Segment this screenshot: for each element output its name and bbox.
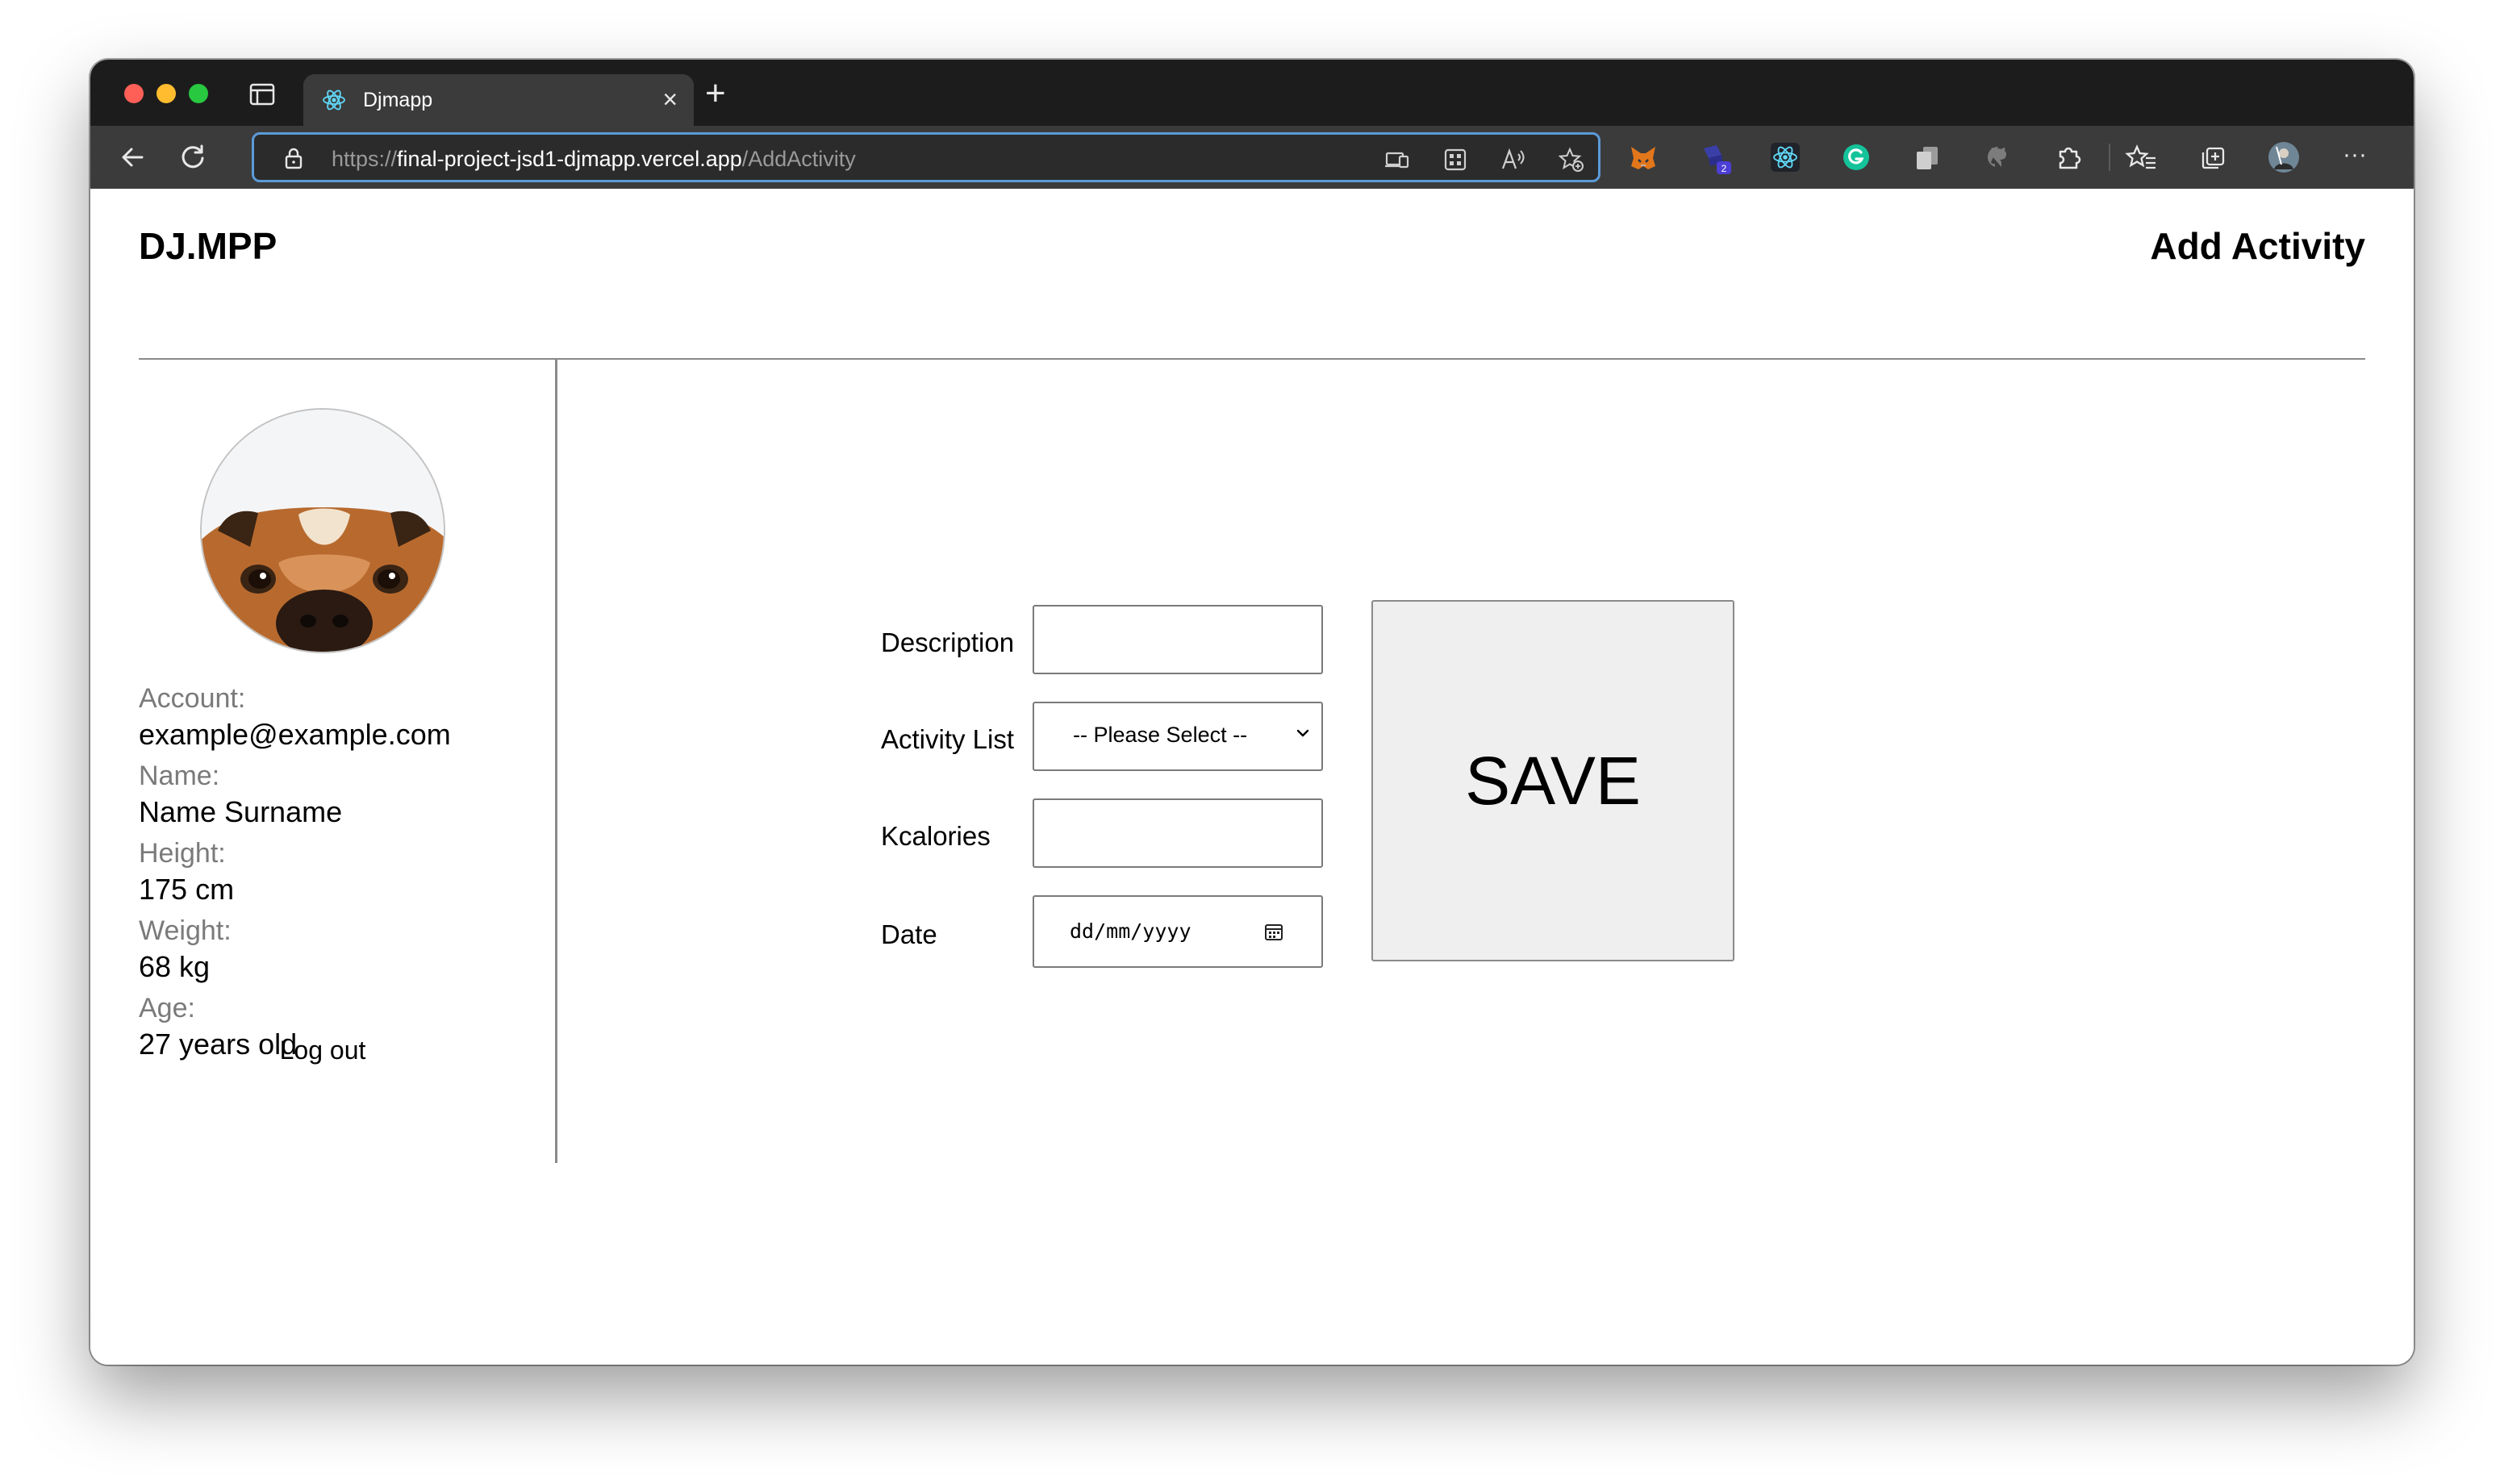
profile-info: Account: example@example.com Name: Name …	[139, 681, 542, 1068]
kcalories-label: Kcalories	[881, 821, 991, 851]
tab-actions-icon[interactable]	[248, 82, 276, 106]
read-aloud-icon[interactable]	[1500, 146, 1527, 173]
brand-logo[interactable]: DJ.MPP	[139, 224, 277, 268]
calendar-icon[interactable]	[1263, 921, 1284, 942]
url-path: /AddActivity	[741, 147, 856, 171]
reload-icon[interactable]	[176, 140, 210, 174]
apps-icon[interactable]	[1442, 146, 1469, 173]
name-label: Name:	[139, 761, 220, 791]
extensions-icon[interactable]	[2052, 140, 2086, 174]
github-icon[interactable]	[1981, 140, 2015, 174]
weight-label: Weight:	[139, 915, 232, 946]
activity-select-value: -- Please Select --	[1073, 723, 1248, 747]
page-title: Add Activity	[2150, 225, 2365, 267]
activity-select[interactable]: -- Please Select --	[1033, 702, 1323, 771]
extension-badge-count: 2	[1722, 163, 1727, 174]
avatar	[200, 408, 445, 653]
account-value: example@example.com	[139, 718, 451, 751]
metamask-icon[interactable]	[1626, 140, 1660, 174]
kcalories-input[interactable]	[1033, 798, 1323, 868]
sidebar-divider	[555, 360, 557, 1163]
close-tab-icon[interactable]: ×	[662, 85, 678, 113]
date-placeholder: dd/mm/yyyy	[1070, 919, 1191, 943]
grammarly-icon[interactable]	[1839, 140, 1873, 174]
lock-icon[interactable]	[282, 146, 306, 170]
description-input[interactable]	[1033, 605, 1323, 674]
react-devtools-icon[interactable]	[1768, 140, 1802, 174]
collections-icon[interactable]	[2196, 140, 2230, 174]
weight-value: 68 kg	[139, 950, 211, 983]
extension-badge-icon[interactable]: 2	[1697, 140, 1731, 174]
profile-avatar[interactable]	[2267, 140, 2301, 174]
age-label: Age:	[139, 993, 195, 1023]
app-available-icon[interactable]	[1383, 146, 1411, 173]
activity-list-label: Activity List	[881, 724, 1015, 754]
close-window-button[interactable]	[124, 84, 144, 103]
height-value: 175 cm	[139, 873, 235, 906]
add-favorite-icon[interactable]	[1558, 146, 1585, 173]
copy-icon[interactable]	[1910, 140, 1944, 174]
description-label: Description	[881, 627, 1015, 657]
minimize-window-button[interactable]	[156, 84, 176, 103]
dog-photo	[202, 410, 444, 652]
date-label: Date	[881, 919, 937, 949]
date-input[interactable]: dd/mm/yyyy	[1033, 895, 1323, 968]
url-host: final-project-jsd1-djmapp.vercel.app	[397, 147, 742, 171]
tab-strip: Djmapp × +	[90, 60, 2414, 126]
account-label: Account:	[139, 683, 246, 714]
new-tab-button[interactable]: +	[705, 76, 726, 111]
name-value: Name Surname	[139, 795, 343, 828]
address-bar[interactable]: https://final-project-jsd1-djmapp.vercel…	[252, 132, 1600, 182]
tab-djmapp[interactable]: Djmapp ×	[303, 74, 694, 126]
favorites-icon[interactable]	[2125, 140, 2159, 174]
header-divider	[139, 358, 2365, 360]
maximize-window-button[interactable]	[189, 84, 208, 103]
more-icon[interactable]: ···	[2338, 140, 2372, 174]
save-button[interactable]: SAVE	[1371, 600, 1734, 961]
url-text: https://final-project-jsd1-djmapp.vercel…	[332, 147, 856, 172]
chevron-down-icon	[1294, 724, 1312, 742]
url-scheme: https://	[332, 147, 398, 171]
browser-window: Djmapp × + https://final-project-jsd1-dj…	[90, 60, 2414, 1365]
back-icon[interactable]	[116, 140, 150, 174]
browser-toolbar: https://final-project-jsd1-djmapp.vercel…	[90, 126, 2414, 189]
react-icon	[321, 87, 347, 113]
height-label: Height:	[139, 838, 226, 869]
page-content: DJ.MPP Add Activity Account: example@exa…	[90, 189, 2414, 1365]
toolbar-divider	[2109, 144, 2110, 171]
logout-button[interactable]: Log out	[139, 1036, 507, 1065]
tab-title: Djmapp	[363, 89, 433, 111]
